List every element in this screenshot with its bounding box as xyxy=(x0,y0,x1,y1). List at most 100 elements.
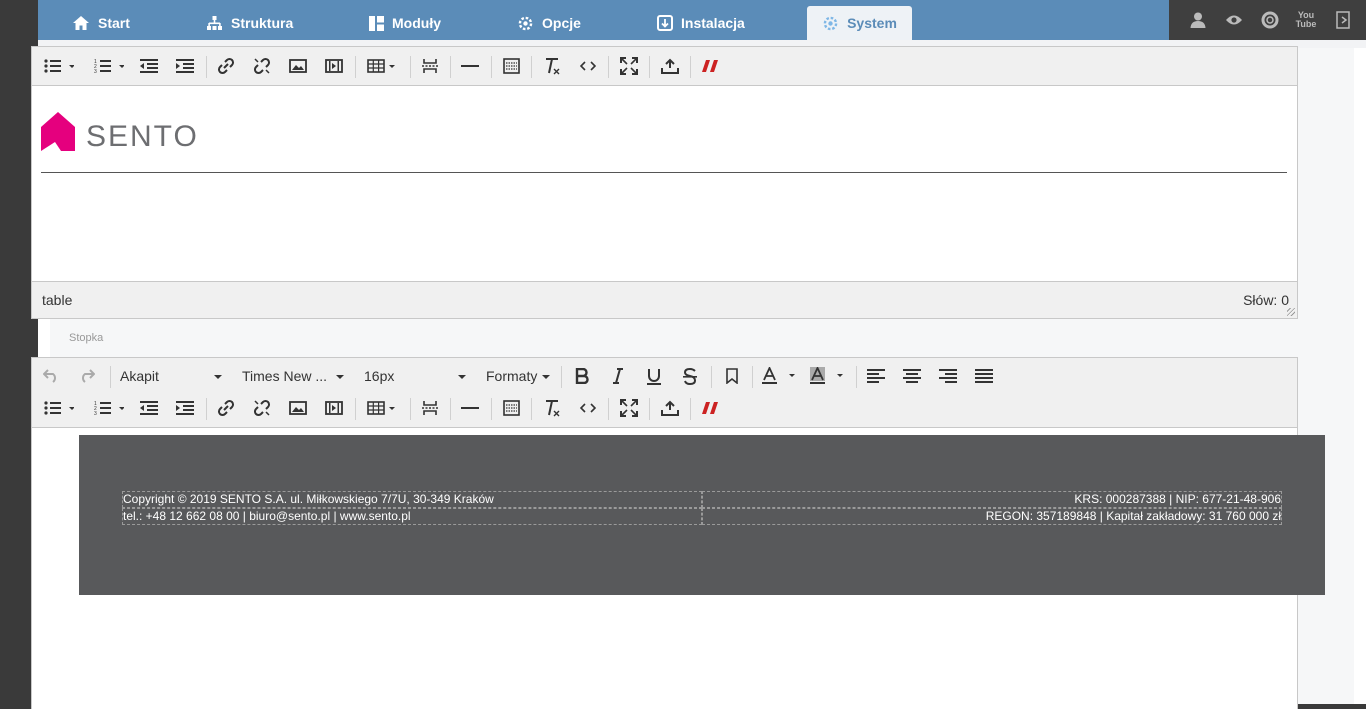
header-editor-canvas[interactable]: SENTO xyxy=(32,85,1297,281)
unlink-button[interactable] xyxy=(248,50,276,82)
youtube-icon[interactable]: You Tube xyxy=(1295,10,1317,30)
tab-label: System xyxy=(847,15,897,31)
footer-editor-toolbar-row-1: Akapit Times New ... 16px Formaty xyxy=(32,360,1297,392)
horizontal-rule-button[interactable] xyxy=(456,50,484,82)
footer-content-block: Copyright © 2019 SENTO S.A. ul. Miłkowsk… xyxy=(79,435,1325,595)
bold-button[interactable] xyxy=(568,360,596,392)
sento-logo-text: SENTO xyxy=(86,120,199,153)
footer-contact-text: tel.: +48 12 662 08 00 | biuro@sento.pl … xyxy=(123,509,411,523)
underline-button[interactable] xyxy=(640,360,668,392)
link-button[interactable] xyxy=(212,50,240,82)
source-code-button[interactable] xyxy=(574,50,602,82)
tab-opcje[interactable]: Opcje xyxy=(517,6,581,40)
italic-button[interactable] xyxy=(604,360,632,392)
bullet-list-button[interactable] xyxy=(39,392,79,424)
formats-dropdown[interactable]: Formaty xyxy=(486,360,552,392)
footer-table[interactable]: Copyright © 2019 SENTO S.A. ul. Miłkowsk… xyxy=(122,491,1282,525)
logout-icon[interactable] xyxy=(1334,10,1354,30)
tab-start[interactable]: Start xyxy=(72,6,130,40)
user-icon[interactable] xyxy=(1188,10,1208,30)
fullscreen-button[interactable] xyxy=(615,50,643,82)
clear-formatting-button[interactable] xyxy=(538,50,566,82)
chevron-down-icon xyxy=(214,375,222,379)
chevron-down-icon xyxy=(542,375,550,379)
word-count: Słów: 0 xyxy=(1243,292,1289,308)
block-format-value: Akapit xyxy=(120,368,159,384)
home-icon xyxy=(72,15,90,31)
footer-regon-text: REGON: 357189848 | Kapitał zakładowy: 31… xyxy=(985,509,1281,523)
page-break-button[interactable] xyxy=(416,50,444,82)
table-row: tel.: +48 12 662 08 00 | biuro@sento.pl … xyxy=(122,508,1282,525)
outdent-button[interactable] xyxy=(135,392,163,424)
unlink-button[interactable] xyxy=(248,392,276,424)
plugin-button[interactable] xyxy=(696,50,724,82)
horizontal-rule-button[interactable] xyxy=(456,392,484,424)
align-center-button[interactable] xyxy=(898,360,926,392)
tab-moduly[interactable]: Moduły xyxy=(369,6,441,40)
tab-system[interactable]: System xyxy=(807,6,912,40)
header-divider xyxy=(41,172,1287,173)
font-family-dropdown[interactable]: Times New ... xyxy=(242,360,346,392)
strikethrough-button[interactable] xyxy=(676,360,704,392)
redo-button[interactable] xyxy=(73,360,101,392)
font-size-dropdown[interactable]: 16px xyxy=(364,360,468,392)
undo-button[interactable] xyxy=(37,360,65,392)
modules-icon xyxy=(369,15,384,31)
table-row: Copyright © 2019 SENTO S.A. ul. Miłkowsk… xyxy=(122,491,1282,508)
chevron-down-icon xyxy=(458,375,466,379)
sitemap-icon xyxy=(206,15,223,31)
indent-button[interactable] xyxy=(171,392,199,424)
page-break-button[interactable] xyxy=(416,392,444,424)
image-button[interactable] xyxy=(284,392,312,424)
image-button[interactable] xyxy=(284,50,312,82)
footer-copyright-text: Copyright © 2019 SENTO S.A. ul. Miłkowsk… xyxy=(123,492,494,506)
source-code-button[interactable] xyxy=(574,392,602,424)
upload-button[interactable] xyxy=(656,392,684,424)
template-button[interactable] xyxy=(497,392,525,424)
align-right-button[interactable] xyxy=(934,360,962,392)
eye-icon[interactable] xyxy=(1224,10,1244,30)
fullscreen-button[interactable] xyxy=(615,392,643,424)
media-button[interactable] xyxy=(320,392,348,424)
element-path[interactable]: table xyxy=(42,292,72,308)
svg-text:3: 3 xyxy=(94,411,97,416)
align-left-button[interactable] xyxy=(862,360,890,392)
lifebuoy-icon[interactable] xyxy=(1260,10,1280,30)
tab-struktura[interactable]: Struktura xyxy=(206,6,293,40)
bullet-list-button[interactable] xyxy=(39,50,79,82)
block-format-dropdown[interactable]: Akapit xyxy=(120,360,224,392)
tab-label: Moduły xyxy=(392,15,441,31)
formats-label: Formaty xyxy=(486,368,538,384)
template-button[interactable] xyxy=(497,50,525,82)
youtube-tube-text: Tube xyxy=(1295,19,1317,29)
resize-handle-icon[interactable] xyxy=(1287,308,1295,316)
table-button[interactable] xyxy=(362,392,402,424)
text-color-button[interactable] xyxy=(758,360,802,392)
outdent-button[interactable] xyxy=(135,50,163,82)
indent-button[interactable] xyxy=(171,50,199,82)
chevron-down-icon xyxy=(336,375,344,379)
table-cell[interactable]: Copyright © 2019 SENTO S.A. ul. Miłkowsk… xyxy=(122,491,702,508)
clear-formatting-button[interactable] xyxy=(538,392,566,424)
tab-label: Start xyxy=(98,15,130,31)
plugin-button[interactable] xyxy=(696,392,724,424)
align-justify-button[interactable] xyxy=(970,360,998,392)
install-icon xyxy=(657,15,673,31)
gear-icon xyxy=(517,15,534,32)
background-color-button[interactable] xyxy=(806,360,850,392)
table-button[interactable] xyxy=(362,50,402,82)
upload-button[interactable] xyxy=(656,50,684,82)
media-button[interactable] xyxy=(320,50,348,82)
table-cell[interactable]: tel.: +48 12 662 08 00 | biuro@sento.pl … xyxy=(122,508,702,525)
footer-section-label: Stopka xyxy=(69,332,104,344)
header-editor: 123 SENTO table Słów: 0 xyxy=(31,46,1298,319)
table-cell[interactable]: REGON: 357189848 | Kapitał zakładowy: 31… xyxy=(702,508,1282,525)
numbered-list-button[interactable]: 123 xyxy=(89,392,129,424)
link-button[interactable] xyxy=(212,392,240,424)
bookmark-button[interactable] xyxy=(718,360,746,392)
header-editor-toolbar: 123 xyxy=(32,50,1297,82)
table-cell[interactable]: KRS: 000287388 | NIP: 677-21-48-906 xyxy=(702,491,1282,508)
tab-instalacja[interactable]: Instalacja xyxy=(657,6,745,40)
tab-label: Opcje xyxy=(542,15,581,31)
numbered-list-button[interactable]: 123 xyxy=(89,50,129,82)
